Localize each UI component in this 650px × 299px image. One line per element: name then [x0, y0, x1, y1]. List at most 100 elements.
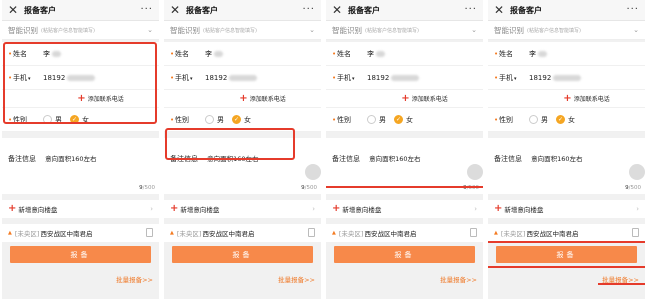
phone-panel-3: ✕ 报备客户 ··· 智能识别 (粘贴客户信息智能填写) ⌄ • 姓名 李 • … — [326, 0, 483, 299]
triangle-icon: ▲ — [170, 230, 174, 236]
add-phone-label: 添加联系电话 — [573, 96, 610, 103]
project-district: [未央区] — [176, 230, 202, 238]
smart-recognize[interactable]: 智能识别 (粘贴客户信息智能填写) ⌄ — [488, 21, 645, 40]
add-phone-button[interactable]: + 添加联系电话 — [488, 90, 645, 108]
phone-field[interactable]: 18192 — [367, 74, 420, 82]
batch-report-link[interactable]: 批量报备>> — [116, 274, 153, 284]
trash-icon[interactable] — [146, 228, 153, 237]
redacted-blur — [553, 74, 582, 81]
redacted-blur — [214, 50, 223, 57]
redacted-blur — [538, 50, 547, 57]
name-field[interactable]: 李 — [205, 49, 223, 59]
phone-value: 18192 — [529, 73, 552, 82]
redacted-blur — [376, 50, 385, 57]
add-project-label: 新增意向楼盘 — [18, 206, 58, 214]
submit-button[interactable]: 报备 — [10, 246, 151, 263]
gender-male-radio[interactable]: 男 — [205, 115, 224, 125]
name-row: • 姓名 李 — [488, 42, 645, 66]
remark-field[interactable]: 备注信息 意向面积160左右 9/500 — [488, 138, 645, 194]
name-label: 姓名 — [337, 49, 351, 58]
smart-recognize[interactable]: 智能识别 (粘贴客户信息智能填写) ⌄ — [2, 21, 159, 40]
phone-label[interactable]: 手机▾ — [175, 73, 205, 83]
phone-field[interactable]: 18192 — [529, 73, 582, 82]
add-project-button[interactable]: + 新增意向楼盘 › — [326, 200, 483, 218]
gender-female-radio[interactable]: ✓ 女 — [556, 115, 575, 125]
chevron-down-icon[interactable]: ⌄ — [309, 26, 315, 34]
project-item[interactable]: ▲ [未央区] 西安战区中南君启 — [488, 224, 645, 242]
male-label: 男 — [379, 115, 386, 124]
plus-icon: + — [332, 203, 341, 214]
name-value: 李 — [367, 49, 374, 58]
more-icon[interactable]: ··· — [464, 4, 477, 15]
project-item[interactable]: ▲ [未央区] 西安战区中南君启 — [164, 224, 321, 242]
gender-male-radio[interactable]: 男 — [367, 115, 386, 125]
add-project-button[interactable]: + 新增意向楼盘 › — [2, 200, 159, 218]
project-district: [未央区] — [338, 230, 364, 238]
phone-value: 18192 — [205, 73, 228, 82]
gender-row: • 性别 男 ✓ 女 — [488, 108, 645, 132]
phone-label[interactable]: 手机▾ — [337, 73, 367, 83]
project-item[interactable]: ▲ [未央区] 西安战区中南君启 — [2, 224, 159, 242]
name-field[interactable]: 李 — [529, 49, 547, 59]
submit-button[interactable]: 报备 — [496, 246, 637, 263]
title-bar: ✕ 报备客户 ··· — [164, 0, 321, 21]
name-field[interactable]: 李 — [367, 49, 385, 59]
project-item[interactable]: ▲ [未央区] 西安战区中南君启 — [326, 224, 483, 242]
gender-label: 性别 — [337, 115, 351, 124]
batch-report-link[interactable]: 批量报备>> — [278, 274, 315, 284]
project-name: 西安战区中南君启 — [40, 230, 93, 238]
floating-action-icon[interactable] — [305, 164, 321, 180]
submit-button[interactable]: 报备 — [172, 246, 313, 263]
annotation-box — [3, 42, 157, 124]
customer-form: • 姓名 李 • 手机▾ 18192 + 添加联系电话 • 性别 男 ✓ 女 — [326, 42, 483, 132]
smart-recognize[interactable]: 智能识别 (粘贴客户信息智能填写) ⌄ — [164, 21, 321, 40]
caret-down-icon: ▾ — [352, 75, 355, 82]
annotation-underline — [598, 283, 645, 285]
phone-field[interactable]: 18192 — [205, 73, 258, 82]
add-project-button[interactable]: + 新增意向楼盘 › — [164, 200, 321, 218]
remark-field[interactable]: 备注信息 意向面积160左右 9/500 — [2, 138, 159, 194]
chevron-down-icon[interactable]: ⌄ — [147, 26, 153, 34]
plus-icon: + — [401, 92, 410, 104]
add-phone-button[interactable]: + 添加联系电话 — [326, 90, 483, 108]
plus-icon: + — [563, 92, 572, 104]
smart-label: 智能识别 — [332, 25, 362, 35]
trash-icon[interactable] — [308, 228, 315, 237]
close-icon[interactable]: ✕ — [494, 4, 506, 16]
batch-report-link[interactable]: 批量报备>> — [440, 274, 477, 284]
more-icon[interactable]: ··· — [140, 4, 153, 15]
gender-female-radio[interactable]: ✓ 女 — [232, 115, 251, 125]
project-name: 西安战区中南君启 — [202, 230, 255, 238]
triangle-icon: ▲ — [332, 230, 336, 236]
close-icon[interactable]: ✕ — [8, 4, 20, 16]
char-counter: 9/500 — [139, 185, 155, 191]
floating-action-icon[interactable] — [629, 164, 645, 180]
floating-action-icon[interactable] — [467, 164, 483, 180]
trash-icon[interactable] — [470, 228, 477, 237]
chevron-down-icon[interactable]: ⌄ — [633, 26, 639, 34]
project-name: 西安战区中南君启 — [364, 230, 417, 238]
annotation-underline — [326, 186, 483, 188]
chevron-down-icon[interactable]: ⌄ — [471, 26, 477, 34]
close-icon[interactable]: ✕ — [332, 4, 344, 16]
close-icon[interactable]: ✕ — [170, 4, 182, 16]
female-label: 女 — [406, 115, 413, 124]
annotation-underline — [488, 241, 645, 243]
remark-value: 意向面积160左右 — [45, 155, 97, 163]
title-bar: ✕ 报备客户 ··· — [2, 0, 159, 21]
add-phone-button[interactable]: + 添加联系电话 — [164, 90, 321, 108]
remark-value: 意向面积160左右 — [369, 155, 421, 163]
submit-button[interactable]: 报备 — [334, 246, 475, 263]
gender-female-radio[interactable]: ✓ 女 — [394, 115, 413, 125]
phone-label[interactable]: 手机▾ — [499, 73, 529, 83]
trash-icon[interactable] — [632, 228, 639, 237]
more-icon[interactable]: ··· — [626, 4, 639, 15]
gender-male-radio[interactable]: 男 — [529, 115, 548, 125]
customer-form: • 姓名 李 • 手机▾ 18192 + 添加联系电话 • 性别 男 ✓ 女 — [488, 42, 645, 132]
plus-icon: + — [239, 92, 248, 104]
add-project-button[interactable]: + 新增意向楼盘 › — [488, 200, 645, 218]
more-icon[interactable]: ··· — [302, 4, 315, 15]
smart-hint: (粘贴客户信息智能填写) — [41, 27, 95, 34]
smart-recognize[interactable]: 智能识别 (粘贴客户信息智能填写) ⌄ — [326, 21, 483, 40]
add-phone-label: 添加联系电话 — [411, 96, 448, 103]
